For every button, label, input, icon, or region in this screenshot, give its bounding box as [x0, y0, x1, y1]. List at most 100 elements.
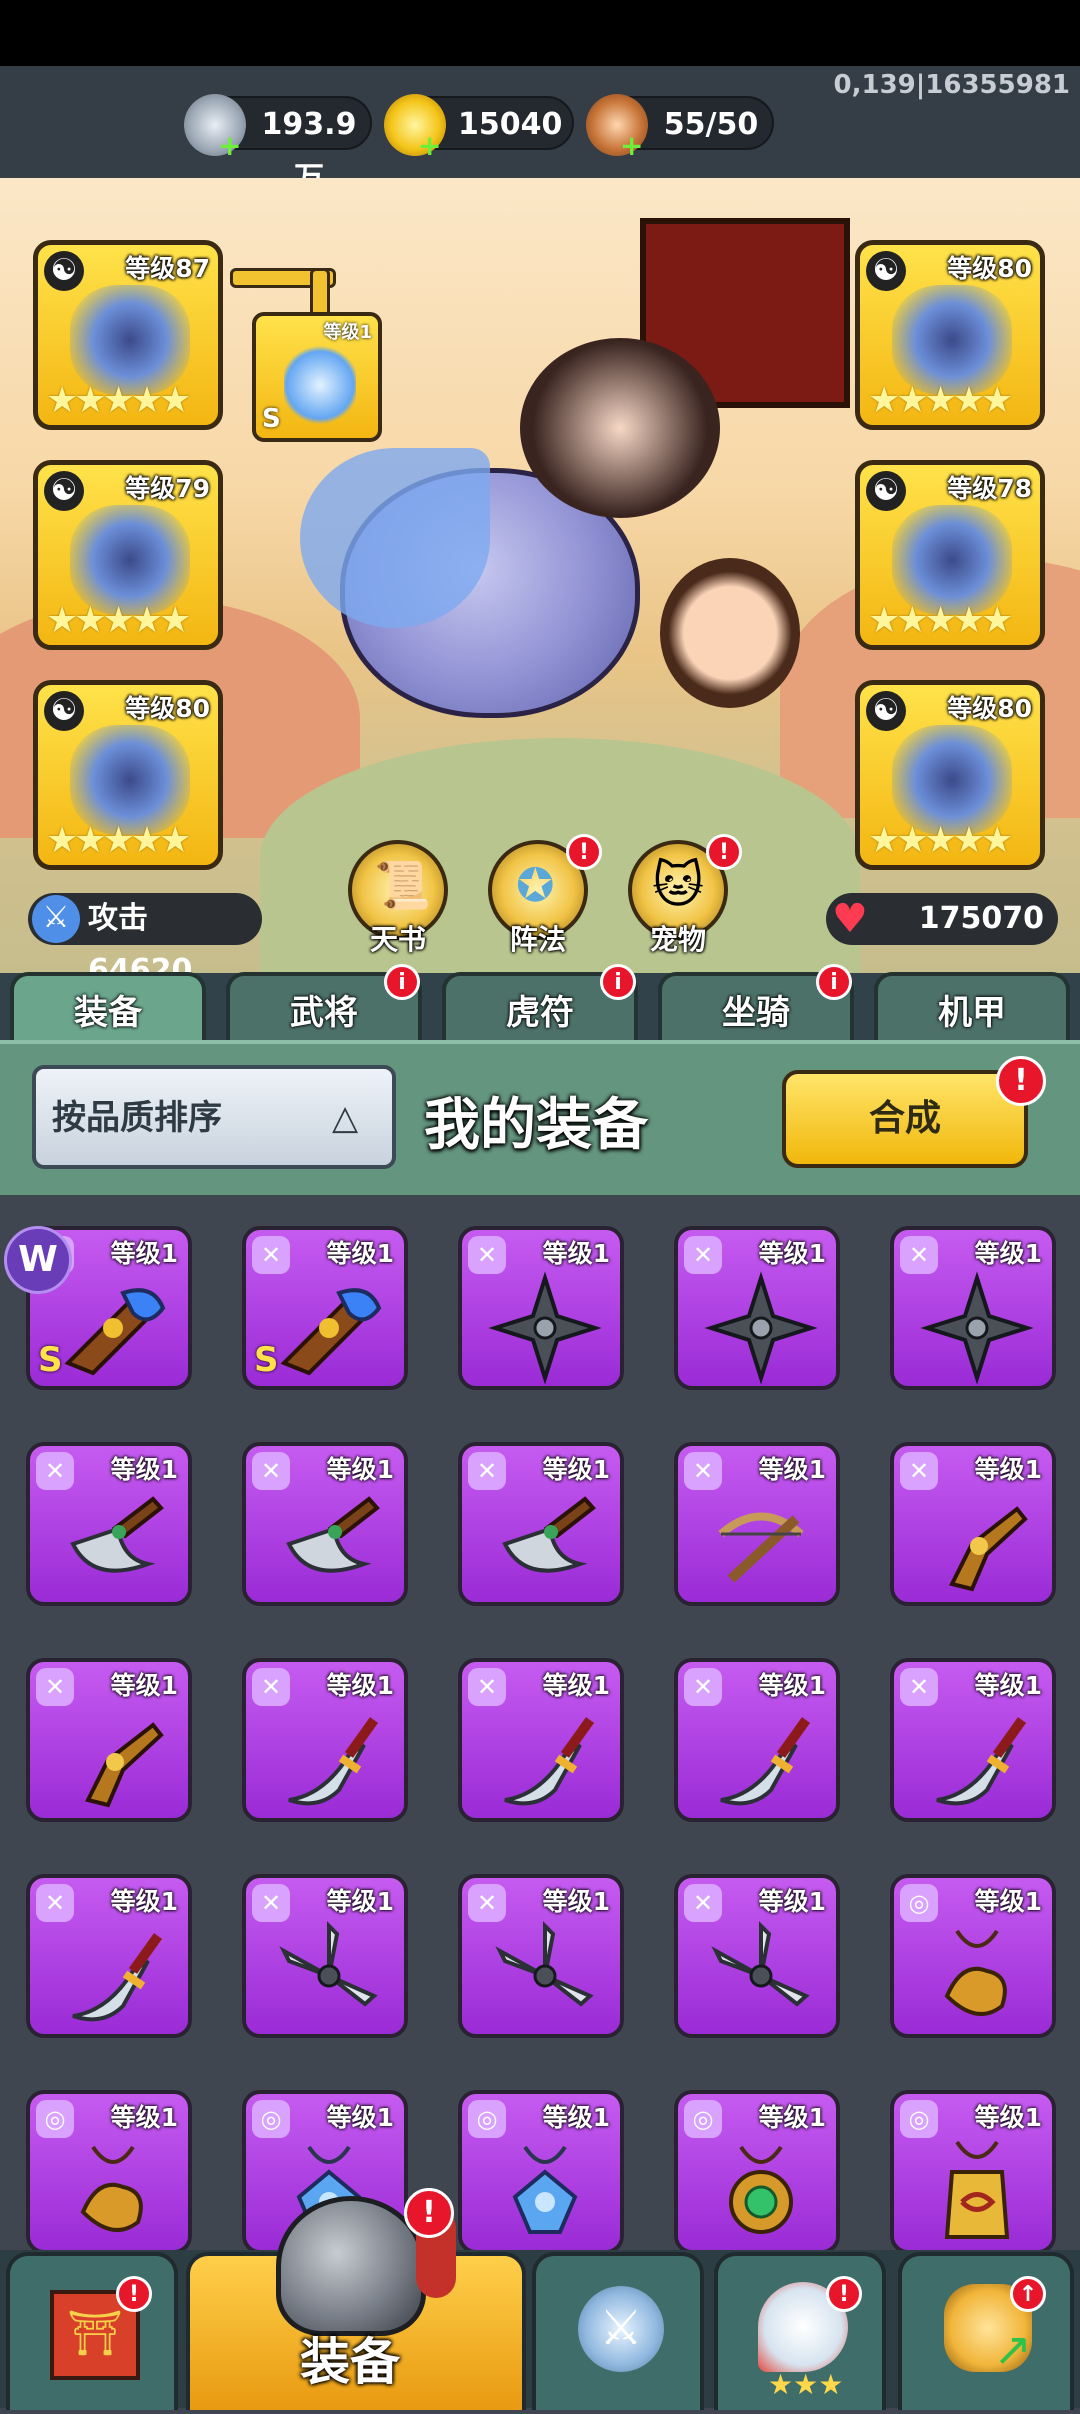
nav-battle[interactable]: ⚔ [532, 2252, 704, 2410]
shuriken-icon [704, 1271, 818, 1385]
nav-equipment-label: 装备 [300, 2333, 400, 2391]
equipment-item-crossbow[interactable]: ✕ 等级1 [674, 1442, 840, 1606]
synthesize-button[interactable]: 合成 [782, 1070, 1028, 1168]
equipment-item-blade[interactable]: ✕ 等级1 [26, 1874, 192, 2038]
hero-equip-slot-accessory[interactable]: ☯ 等级79 ★★★★★ [33, 460, 223, 650]
sort-label: 按品质排序 [52, 1098, 222, 1138]
stamina-value: 55/50 [663, 107, 759, 142]
equipment-item-gun[interactable]: ✕ 等级1 S [242, 1226, 408, 1390]
sword-type-icon: ✕ [252, 1884, 290, 1922]
equipment-art [70, 285, 190, 395]
gun-icon [64, 1288, 166, 1376]
linked-weapon-slot[interactable]: 等级1 S [252, 312, 382, 442]
sword-type-icon: ✕ [684, 1452, 722, 1490]
equipment-item-amulet-gold[interactable]: ◎ 等级1 [26, 2090, 192, 2254]
sword-type-icon: ✕ [36, 1884, 74, 1922]
equipment-item-shuriken[interactable]: ✕ 等级1 [458, 1226, 624, 1390]
equipment-item-scimitar[interactable]: ✕ 等级1 [26, 1442, 192, 1606]
medal-type-icon: ◎ [36, 2100, 74, 2138]
amulet-green-icon [729, 2145, 793, 2234]
amulet-gold-icon [944, 1929, 1007, 2016]
hp-value: 175070 [918, 901, 1044, 936]
shuriken-icon [488, 1271, 602, 1385]
hero-equip-slot-armor[interactable]: ☯ 等级80 ★★★★★ [855, 240, 1045, 430]
coordinate-readout: 0,139|16355981 [833, 70, 1070, 100]
butterfly-wing [300, 448, 490, 628]
item-level: 等级1 [974, 1671, 1042, 1700]
nav-summon[interactable]: ★★★ [714, 2252, 886, 2410]
compass-icon: ✪ [516, 858, 555, 912]
equipment-item-pistol[interactable]: ✕ 等级1 [890, 1442, 1056, 1606]
slot-stars: ★★★★★ [46, 820, 191, 861]
currency-gold[interactable]: + 15040 [384, 94, 574, 160]
slot-level: 等级1 [323, 322, 372, 343]
rank-mark: S [262, 404, 281, 434]
equipment-art [892, 725, 1012, 835]
equipment-item-amulet-blue[interactable]: ◎ 等级1 [458, 2090, 624, 2254]
nav-upgrade[interactable]: ↗ [898, 2252, 1074, 2410]
equipment-item-amulet-gold[interactable]: ◎ 等级1 [890, 1874, 1056, 2038]
slot-level: 等级80 [947, 254, 1032, 283]
tab-equipment[interactable]: 装备 [10, 972, 206, 1046]
item-level: 等级1 [542, 1455, 610, 1484]
equipment-item-trident[interactable]: ✕ 等级1 [458, 1874, 624, 2038]
item-level: 等级1 [542, 1671, 610, 1700]
amulet-gold-icon [80, 2145, 143, 2232]
blade-icon [936, 1717, 1027, 1806]
equipment-item-scimitar[interactable]: ✕ 等级1 [458, 1442, 624, 1606]
scroll-icon: 📜 [374, 858, 432, 912]
heart-icon: ♥ [832, 896, 868, 942]
sword-type-icon: ✕ [468, 1668, 506, 1706]
sword-type-icon: ✕ [900, 1452, 938, 1490]
equipment-item-blade[interactable]: ✕ 等级1 [458, 1658, 624, 1822]
equipment-item-trident[interactable]: ✕ 等级1 [674, 1874, 840, 2038]
hero-equip-slot-weapon[interactable]: ☯ 等级87 ★★★★★ [33, 240, 223, 430]
tab-mecha[interactable]: 机甲 [874, 972, 1070, 1046]
currency-stamina[interactable]: + 55/50 [586, 94, 774, 160]
pet-alert-badge: ! [706, 834, 742, 870]
item-level: 等级1 [326, 1239, 394, 1268]
nav-shop[interactable]: ⛩ [6, 2252, 178, 2410]
equipment-item-blade[interactable]: ✕ 等级1 [890, 1658, 1056, 1822]
slot-level: 等级80 [125, 694, 210, 723]
sword-type-icon: ✕ [900, 1236, 938, 1274]
hero-equip-slot-helmet[interactable]: ☯ 等级80 ★★★★★ [33, 680, 223, 870]
currency-silver[interactable]: + 193.9万 [184, 94, 372, 196]
equipment-alert-badge: ! [404, 2188, 454, 2238]
item-level: 等级1 [758, 2103, 826, 2132]
upgrade-alert-badge: ↑ [1010, 2276, 1046, 2312]
rank-mark: S [38, 1340, 63, 1380]
medal-type-icon: ◎ [900, 2100, 938, 2138]
yin-yang-icon: ☯ [44, 691, 84, 731]
equipment-item-trident[interactable]: ✕ 等级1 [242, 1874, 408, 2038]
formation-label: 阵法 [509, 923, 566, 956]
gun-icon [280, 1288, 382, 1376]
item-level: 等级1 [110, 1455, 178, 1484]
equipment-item-pistol[interactable]: ✕ 等级1 [26, 1658, 192, 1822]
equipment-item-scimitar[interactable]: ✕ 等级1 [242, 1442, 408, 1606]
blade-icon [288, 1717, 379, 1806]
equipment-item-blade[interactable]: ✕ 等级1 [242, 1658, 408, 1822]
equipment-item-blade[interactable]: ✕ 等级1 [674, 1658, 840, 1822]
equipment-item-amulet-green[interactable]: ◎ 等级1 [674, 2090, 840, 2254]
medal-type-icon: ◎ [900, 1884, 938, 1922]
rank-mark: S [254, 1340, 279, 1380]
crossed-swords-icon: ⚔ [578, 2286, 664, 2372]
hero-equip-slot-boots[interactable]: ☯ 等级78 ★★★★★ [855, 460, 1045, 650]
add-stamina-icon[interactable]: + [620, 132, 643, 160]
crossbow-icon [718, 1512, 804, 1583]
add-gold-icon[interactable]: + [418, 132, 441, 160]
yin-yang-icon: ☯ [866, 251, 906, 291]
sword-type-icon: ✕ [684, 1236, 722, 1274]
equipment-item-shuriken[interactable]: ✕ 等级1 [674, 1226, 840, 1390]
equipment-item-amulet-tag[interactable]: ◎ 等级1 [890, 2090, 1056, 2254]
pistol-icon [949, 1506, 1028, 1592]
equipment-item-shuriken[interactable]: ✕ 等级1 [890, 1226, 1056, 1390]
slot-level: 等级80 [947, 694, 1032, 723]
slot-stars: ★★★★★ [868, 600, 1013, 641]
sword-type-icon: ✕ [252, 1668, 290, 1706]
sword-type-icon: ✕ [36, 1668, 74, 1706]
add-silver-icon[interactable]: + [218, 132, 241, 160]
overlay-w-logo[interactable]: W [4, 1226, 72, 1294]
hero-equip-slot-gauntlet[interactable]: ☯ 等级80 ★★★★★ [855, 680, 1045, 870]
